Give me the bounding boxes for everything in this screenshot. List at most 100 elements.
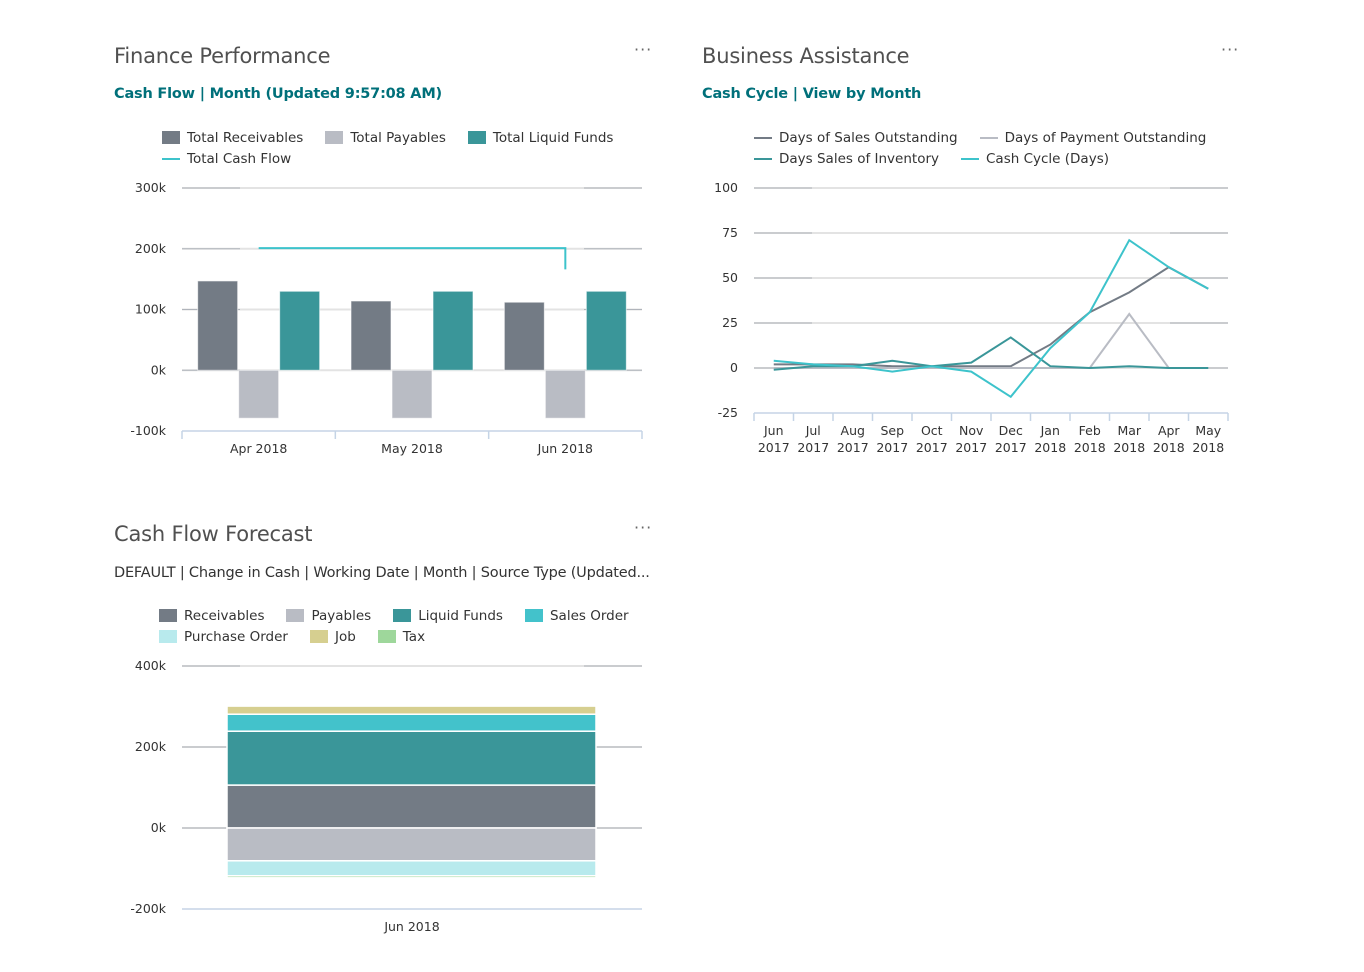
line-total-cash-flow[interactable] xyxy=(258,247,567,270)
legend-label: Total Liquid Funds xyxy=(492,129,614,146)
finance-performance-title: Finance Performance xyxy=(114,44,331,68)
legend-item-total-liquid-funds[interactable]: Total Liquid Funds xyxy=(467,129,614,146)
x-tick-label: Nov 2017 xyxy=(955,423,987,455)
x-tick-label: Feb 2018 xyxy=(1074,423,1106,455)
stack-segment-tax[interactable] xyxy=(226,875,597,879)
legend-item-sales-order[interactable]: Sales Order xyxy=(524,608,629,624)
bar-total-liquid-funds[interactable] xyxy=(279,290,321,371)
legend-item-receivables[interactable]: Receivables xyxy=(159,608,264,624)
bar-total-receivables[interactable] xyxy=(350,300,392,371)
x-tick-month: Sep xyxy=(880,423,904,438)
x-tick-month: Apr xyxy=(1158,423,1180,438)
legend-item-total-cash-flow[interactable]: Total Cash Flow xyxy=(162,151,291,167)
legend-label: Liquid Funds xyxy=(418,607,503,624)
legend-label: Purchase Order xyxy=(184,628,288,645)
x-tick-label: Oct 2017 xyxy=(916,423,948,455)
forecast-more-options-icon[interactable]: ··· xyxy=(634,518,652,537)
line-cash-cycle-days[interactable] xyxy=(773,238,1209,399)
legend-row: Days of Sales Outstanding Days of Payment… xyxy=(754,127,1234,148)
legend-item-liquid-funds[interactable]: Liquid Funds xyxy=(393,608,503,624)
forecast-chart: 400k 200k 0k -200k Jun 2018 xyxy=(130,658,642,934)
legend-line-icon xyxy=(162,157,180,160)
legend-row: Purchase Order Job Tax xyxy=(159,626,649,647)
legend-label: Total Payables xyxy=(350,129,446,146)
x-tick-label: May 2018 xyxy=(1192,423,1224,455)
legend-item-days-sales-of-inventory[interactable]: Days Sales of Inventory xyxy=(754,151,939,167)
x-tick-year: 2017 xyxy=(955,440,987,455)
legend-label: Days of Sales Outstanding xyxy=(779,129,958,146)
business-chart-subtitle-link[interactable]: Cash Cycle | View by Month xyxy=(702,86,921,102)
bar-total-payables[interactable] xyxy=(544,369,586,419)
x-tick-label: Apr 2018 xyxy=(230,441,287,456)
legend-line-icon xyxy=(754,136,772,139)
legend-swatch-icon xyxy=(159,630,177,643)
stack-segment-purchase-order[interactable] xyxy=(226,860,597,877)
bar-total-receivables[interactable] xyxy=(197,280,239,371)
finance-chart-subtitle-link[interactable]: Cash Flow | Month (Updated 9:57:08 AM) xyxy=(114,86,442,102)
stack-segment-sales-order[interactable] xyxy=(226,713,597,732)
legend-swatch-icon xyxy=(393,609,412,622)
y-tick-label: 0k xyxy=(151,362,167,377)
y-tick-label: 50 xyxy=(722,270,738,285)
legend-label: Total Receivables xyxy=(187,129,304,146)
bar-total-payables[interactable] xyxy=(238,369,280,419)
line-days-of-sales-outstanding[interactable] xyxy=(773,266,1209,368)
x-tick-year: 2018 xyxy=(1113,440,1145,455)
y-tick-label: 200k xyxy=(135,739,167,754)
legend-swatch-icon xyxy=(325,131,344,144)
y-tick-label: 25 xyxy=(722,315,738,330)
business-assistance-title: Business Assistance xyxy=(702,44,910,68)
legend-swatch-icon xyxy=(159,609,177,622)
legend-item-cash-cycle-days[interactable]: Cash Cycle (Days) xyxy=(961,151,1109,167)
x-tick-month: Oct xyxy=(921,423,943,438)
bar-total-receivables[interactable] xyxy=(503,301,545,371)
x-tick-month: Feb xyxy=(1079,423,1101,438)
x-tick-year: 2017 xyxy=(837,440,869,455)
x-tick-year: 2017 xyxy=(876,440,908,455)
x-tick-month: Jul xyxy=(805,423,821,438)
x-tick-label: Jul 2017 xyxy=(797,423,829,455)
business-more-options-icon[interactable]: ··· xyxy=(1221,40,1239,59)
legend-item-days-of-sales-outstanding[interactable]: Days of Sales Outstanding xyxy=(754,130,958,146)
y-tick-label: 400k xyxy=(135,658,167,673)
x-tick-label: Apr 2018 xyxy=(1153,423,1185,455)
x-tick-year: 2017 xyxy=(797,440,829,455)
bar-total-liquid-funds[interactable] xyxy=(432,290,474,371)
x-tick-year: 2017 xyxy=(758,440,790,455)
x-tick-month: Mar xyxy=(1117,423,1141,438)
stack-segment-job[interactable] xyxy=(226,705,597,715)
y-tick-label: -25 xyxy=(718,405,738,420)
stack-segment-payables[interactable] xyxy=(226,827,597,862)
x-tick-year: 2018 xyxy=(1192,440,1224,455)
finance-legend: Total Receivables Total Payables Total Liq… xyxy=(162,127,642,169)
legend-item-job[interactable]: Job xyxy=(309,629,356,645)
legend-item-purchase-order[interactable]: Purchase Order xyxy=(159,629,288,645)
x-tick-year: 2018 xyxy=(1034,440,1066,455)
legend-swatch-icon xyxy=(524,609,543,622)
x-tick-year: 2017 xyxy=(916,440,948,455)
legend-swatch-icon xyxy=(309,630,328,643)
x-tick-label: Dec 2017 xyxy=(995,423,1027,455)
legend-item-total-payables[interactable]: Total Payables xyxy=(325,130,446,146)
legend-item-days-of-payment-outstanding[interactable]: Days of Payment Outstanding xyxy=(979,130,1206,146)
y-tick-label: -200k xyxy=(130,901,166,916)
legend-item-payables[interactable]: Payables xyxy=(286,608,371,624)
x-tick-month: Aug xyxy=(841,423,865,438)
legend-swatch-icon xyxy=(162,131,180,144)
x-tick-year: 2018 xyxy=(1153,440,1185,455)
legend-item-tax[interactable]: Tax xyxy=(377,628,426,645)
legend-label: Cash Cycle (Days) xyxy=(986,150,1109,167)
stack-segment-liquid-funds[interactable] xyxy=(226,730,597,786)
y-tick-label: -100k xyxy=(130,423,166,438)
stack-segment-receivables[interactable] xyxy=(226,784,597,829)
legend-item-total-receivables[interactable]: Total Receivables xyxy=(162,130,303,146)
legend-row: Receivables Payables Liquid Funds Sales Ord… xyxy=(159,605,649,626)
bar-total-liquid-funds[interactable] xyxy=(585,290,627,371)
finance-more-options-icon[interactable]: ··· xyxy=(634,40,652,59)
legend-swatch-icon xyxy=(377,630,396,643)
x-tick-label: Jan 2018 xyxy=(1034,423,1066,455)
legend-label: Tax xyxy=(402,628,426,645)
cash-flow-forecast-title: Cash Flow Forecast xyxy=(114,522,313,546)
y-tick-label: 75 xyxy=(722,225,738,240)
bar-total-payables[interactable] xyxy=(391,369,433,419)
